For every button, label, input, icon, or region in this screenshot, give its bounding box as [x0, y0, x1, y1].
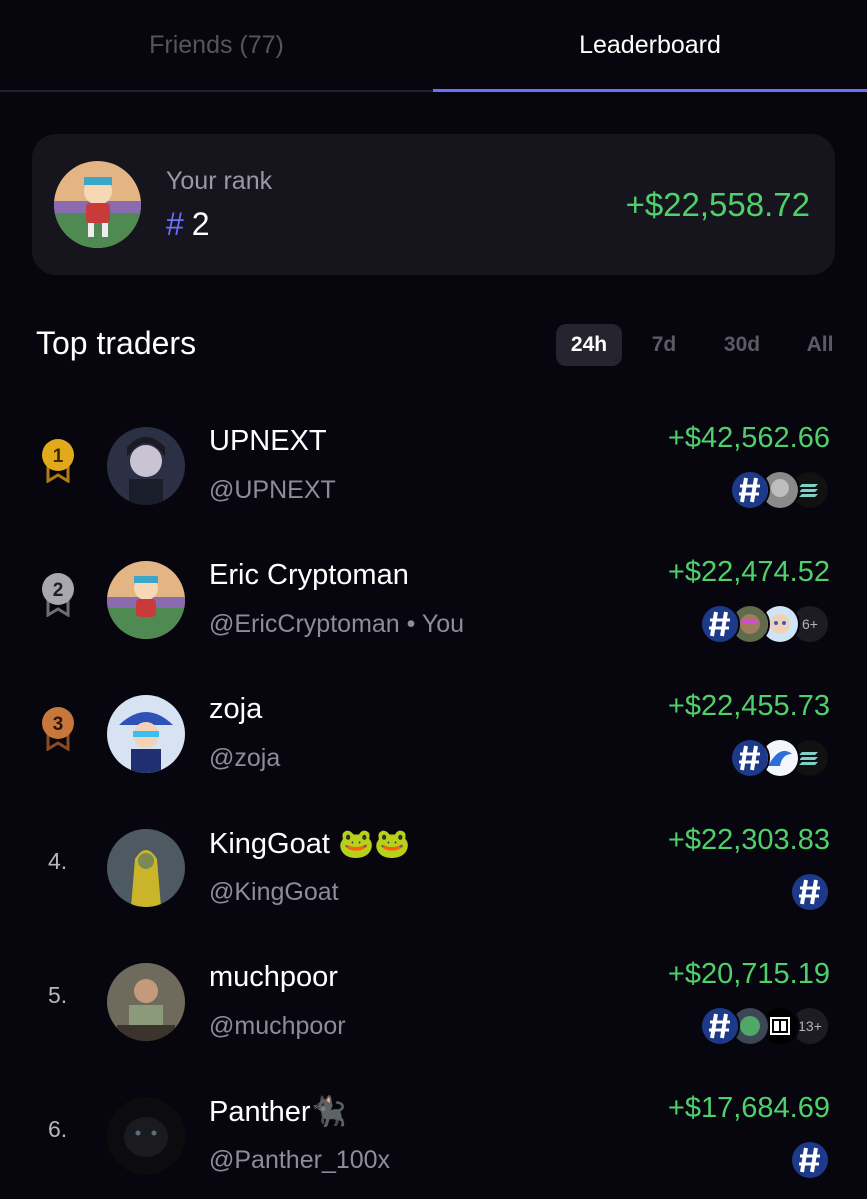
trader-handle: @KingGoat — [209, 878, 339, 906]
token-chips — [730, 738, 830, 780]
avatar — [107, 561, 185, 639]
medal-number: 3 — [53, 714, 64, 735]
hash-token-icon — [790, 872, 830, 912]
trader-name: zoja — [209, 693, 263, 725]
section-title: Top traders — [36, 325, 197, 361]
token-chips: 13+ — [700, 1006, 830, 1048]
token-chips — [790, 1140, 830, 1182]
trader-name: UPNEXT — [209, 425, 327, 457]
trader-row[interactable]: 2 Eric Cryptoman @EricCryptoman • You +$… — [0, 544, 867, 678]
avatar — [107, 963, 185, 1041]
rank-number: 2 — [191, 206, 210, 242]
hash-token-icon — [730, 470, 770, 510]
trader-handle: @muchpoor — [209, 1012, 346, 1040]
trader-name: Panther🐈‍⬛ — [209, 1096, 347, 1128]
avatar — [107, 695, 185, 773]
rank-number: 6. — [48, 1116, 68, 1142]
time-filter: 24h 7d 30d All — [556, 324, 846, 366]
hash-token-icon — [700, 1006, 740, 1046]
avatar — [107, 1097, 185, 1175]
hash-token-icon — [790, 1140, 830, 1180]
trader-handle: @zoja — [209, 744, 281, 772]
your-pnl: +$22,558.72 — [625, 186, 810, 223]
trader-name: Eric Cryptoman — [209, 559, 409, 591]
hash-token-icon — [730, 738, 770, 778]
medal-number: 1 — [53, 446, 64, 467]
token-chips — [730, 470, 830, 512]
tab-active-indicator — [433, 89, 867, 92]
trader-row[interactable]: 1 UPNEXT @UPNEXT +$42,562.66 — [0, 410, 867, 544]
filter-24h[interactable]: 24h — [556, 324, 622, 366]
trader-name: KingGoat 🐸🐸 — [209, 828, 411, 860]
trader-row[interactable]: 5. muchpoor @muchpoor +$20,715.19 13+ — [0, 946, 867, 1080]
tab-friends[interactable]: Friends (77) — [0, 0, 433, 90]
trader-pnl: +$22,455.73 — [667, 690, 830, 722]
your-rank-card[interactable]: Your rank #2 +$22,558.72 — [32, 134, 835, 275]
token-chips — [790, 872, 830, 914]
trader-handle: @Panther_100x — [209, 1146, 391, 1174]
tab-bar: Friends (77) Leaderboard — [0, 0, 867, 92]
your-rank-label: Your rank — [166, 167, 273, 195]
trader-row[interactable]: 3 zoja @zoja +$22,455.73 — [0, 678, 867, 812]
trader-row[interactable]: 4. KingGoat 🐸🐸 @KingGoat +$22,303.83 — [0, 812, 867, 946]
trader-pnl: +$22,474.52 — [667, 556, 830, 588]
rank-number: 4. — [48, 848, 68, 874]
gold-medal-icon: 1 — [40, 437, 76, 484]
filter-30d[interactable]: 30d — [706, 324, 778, 366]
silver-medal-icon: 2 — [40, 571, 76, 618]
trader-name: muchpoor — [209, 961, 338, 993]
filter-7d[interactable]: 7d — [628, 324, 700, 366]
trader-row[interactable]: 6. Panther🐈‍⬛ @Panther_100x +$17,684.69 — [0, 1080, 867, 1199]
filter-all[interactable]: All — [786, 324, 854, 366]
medal-number: 2 — [53, 580, 64, 601]
trader-handle: @EricCryptoman • You — [209, 610, 465, 638]
trader-pnl: +$42,562.66 — [667, 422, 830, 454]
hash-token-icon — [700, 604, 740, 644]
trader-pnl: +$20,715.19 — [667, 958, 830, 990]
your-rank-value: #2 — [166, 206, 210, 243]
trader-handle: @UPNEXT — [209, 476, 336, 504]
rank-number: 5. — [48, 982, 68, 1008]
trader-pnl: +$22,303.83 — [667, 824, 830, 856]
avatar — [107, 427, 185, 505]
token-chips: 6+ — [700, 604, 830, 646]
tab-leaderboard[interactable]: Leaderboard — [433, 0, 867, 90]
avatar — [54, 161, 141, 248]
avatar — [107, 829, 185, 907]
bronze-medal-icon: 3 — [40, 705, 76, 752]
trader-pnl: +$17,684.69 — [667, 1092, 830, 1124]
rank-hash: # — [166, 206, 184, 242]
